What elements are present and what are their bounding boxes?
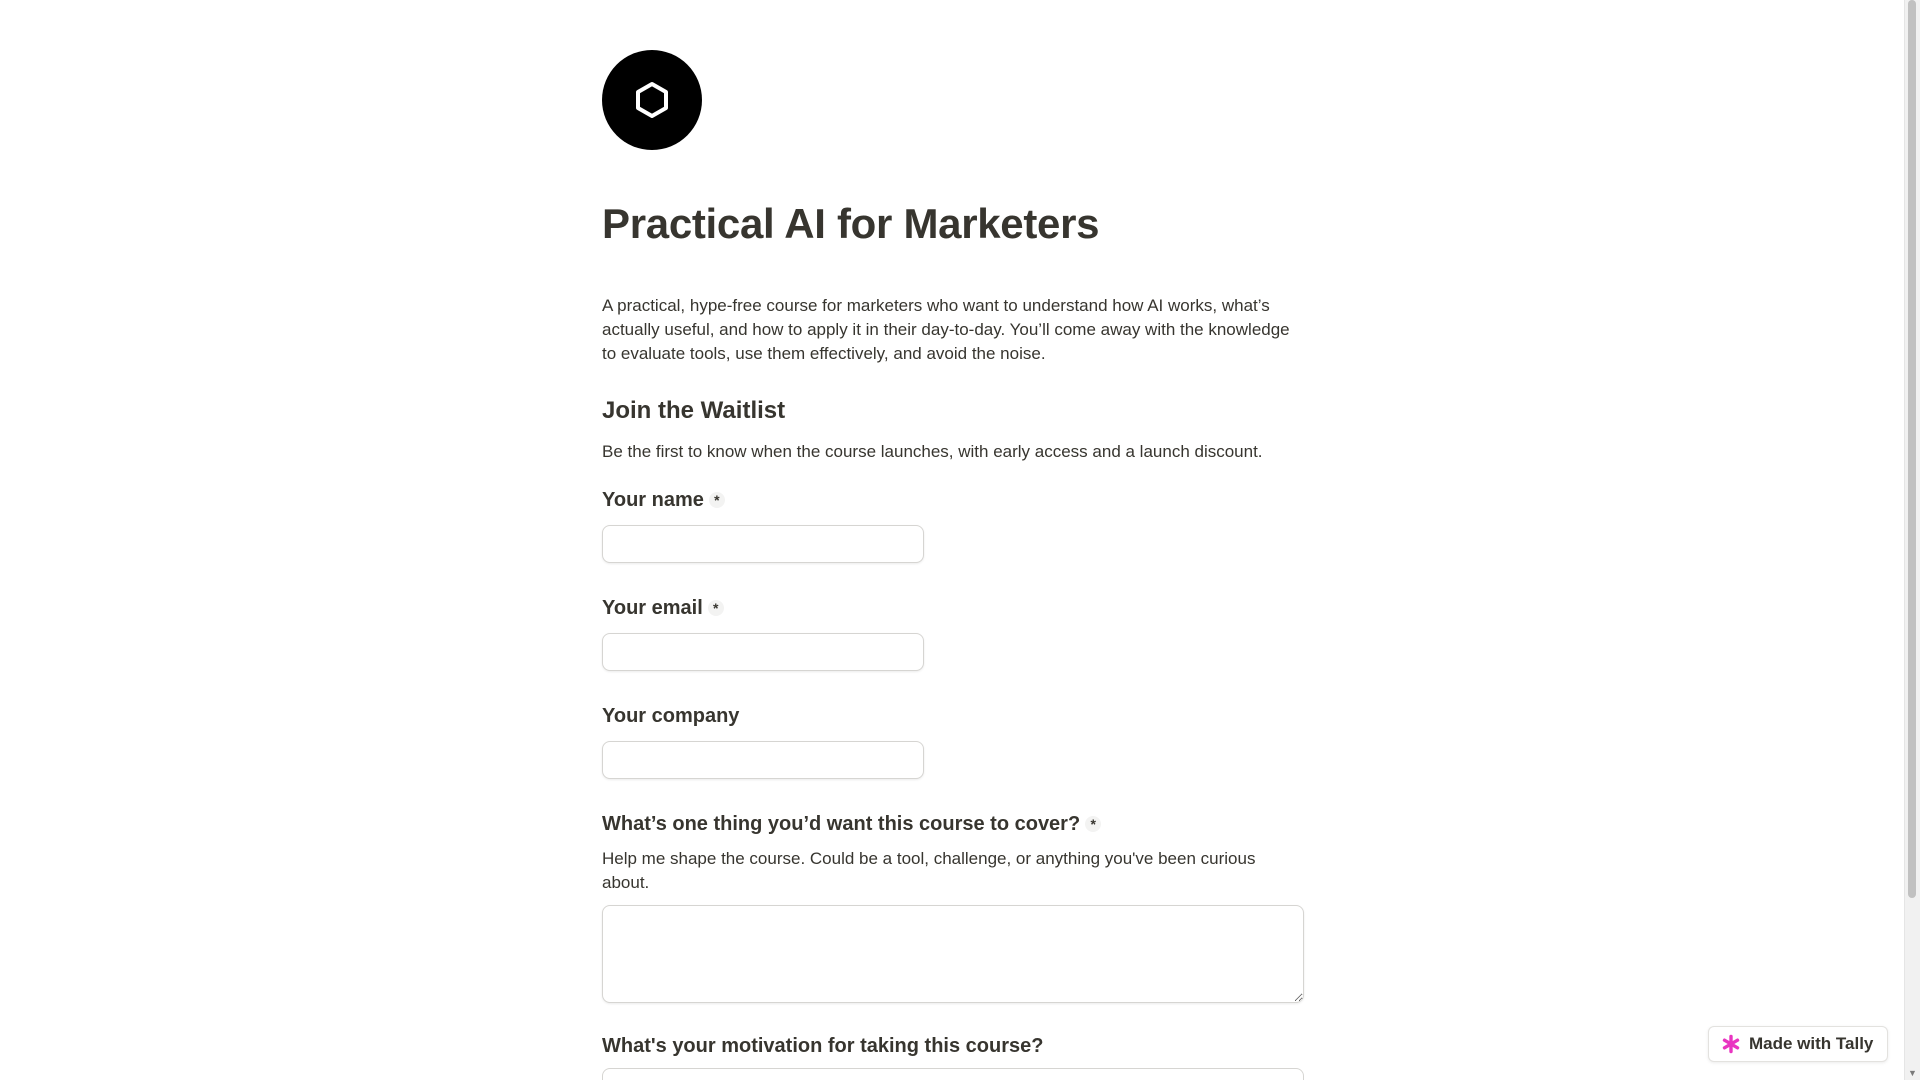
name-label: Your name * (602, 487, 1304, 513)
motivation-textarea[interactable] (602, 1068, 1304, 1080)
company-label-text: Your company (602, 705, 740, 727)
company-label: Your company (602, 703, 1304, 729)
page-title: Practical AI for Marketers (602, 200, 1100, 247)
cover-label-text: What’s one thing you’d want this course … (602, 813, 1081, 835)
form-logo (602, 50, 702, 150)
cover-label: What’s one thing you’d want this course … (602, 811, 1304, 837)
email-input[interactable] (602, 633, 924, 671)
motivation-label-text: What's your motivation for taking this c… (602, 1035, 1044, 1057)
section-description: Be the first to know when the course lau… (602, 442, 1263, 461)
page-scrollbar[interactable]: ▼ (1904, 0, 1920, 1080)
email-label-text: Your email (602, 597, 703, 619)
motivation-label: What's your motivation for taking this c… (602, 1033, 1304, 1059)
cover-textarea[interactable] (602, 905, 1304, 1003)
badge-label: Made with Tally (1749, 1034, 1874, 1053)
name-question: Your name * (602, 487, 1304, 563)
email-question: Your email * (602, 595, 1304, 671)
hexagon-icon (636, 82, 668, 118)
form-content: Practical AI for Marketers A practical, … (602, 50, 1304, 1059)
required-indicator: * (707, 600, 724, 616)
cover-question: What’s one thing you’d want this course … (602, 811, 1304, 1003)
scrollbar-thumb[interactable] (1908, 0, 1916, 898)
tally-asterisk-icon (1722, 1034, 1740, 1054)
made-with-tally-badge[interactable]: Made with Tally (1708, 1026, 1889, 1062)
name-input[interactable] (602, 525, 924, 563)
intro-text: A practical, hype-free course for market… (602, 296, 1290, 363)
scroll-down-arrow-icon[interactable]: ▼ (1908, 1068, 1917, 1078)
company-question: Your company (602, 703, 1304, 779)
company-input[interactable] (602, 741, 924, 779)
email-label: Your email * (602, 595, 1304, 621)
section-title: Join the Waitlist (602, 397, 786, 424)
cover-help-text: Help me shape the course. Could be a too… (602, 849, 1256, 892)
required-indicator: * (1085, 816, 1102, 832)
name-label-text: Your name (602, 489, 704, 511)
motivation-question: What's your motivation for taking this c… (602, 1033, 1304, 1059)
required-indicator: * (708, 492, 725, 508)
tally-form-page: Practical AI for Marketers A practical, … (0, 0, 1920, 1080)
